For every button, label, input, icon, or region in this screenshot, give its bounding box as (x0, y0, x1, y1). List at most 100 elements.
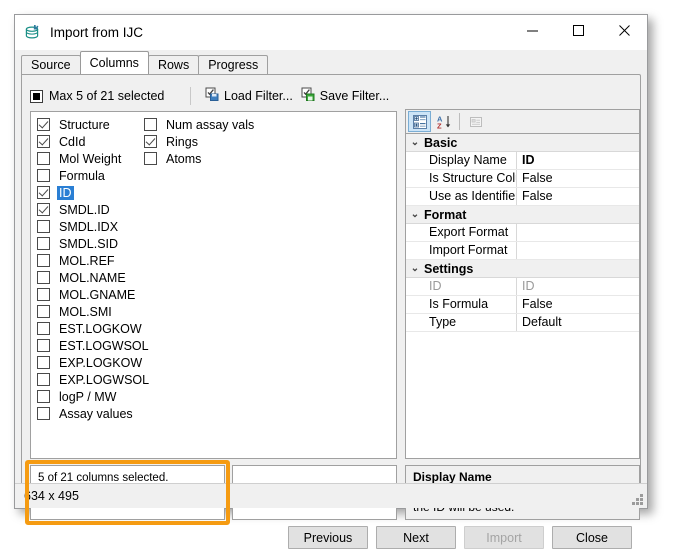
next-button[interactable]: Next (376, 526, 456, 549)
column-item-label: EST.LOGKOW (57, 322, 144, 336)
property-row[interactable]: Display NameID (406, 152, 639, 170)
columns-toolbar: Max 5 of 21 selected Load Filter... (30, 85, 632, 107)
tab-columns[interactable]: Columns (80, 51, 149, 74)
column-item[interactable]: CdId (37, 133, 151, 150)
column-item[interactable]: EST.LOGWSOL (37, 337, 151, 354)
column-item-label: SMDL.ID (57, 203, 112, 217)
column-item-label: SMDL.SID (57, 237, 120, 251)
save-filter-icon (301, 87, 316, 105)
column-item[interactable]: ID (37, 184, 151, 201)
checkbox-unchecked-icon[interactable] (37, 237, 50, 250)
column-item-label: logP / MW (57, 390, 118, 404)
property-category[interactable]: ⌄Format (406, 206, 639, 224)
checkbox-unchecked-icon[interactable] (37, 339, 50, 352)
column-item[interactable]: EXP.LOGWSOL (37, 371, 151, 388)
categorized-view-icon[interactable] (408, 111, 431, 132)
checkbox-unchecked-icon[interactable] (37, 254, 50, 267)
property-name: Use as Identifier (406, 188, 517, 205)
property-value[interactable]: Default (517, 314, 639, 331)
checkbox-checked-icon[interactable] (37, 135, 50, 148)
column-item[interactable]: MOL.REF (37, 252, 151, 269)
property-value[interactable]: ID (517, 278, 639, 295)
checkbox-unchecked-icon[interactable] (144, 118, 157, 131)
property-name: Display Name (406, 152, 517, 169)
close-button-dialog[interactable]: Close (552, 526, 632, 549)
checkbox-unchecked-icon[interactable] (37, 271, 50, 284)
save-filter-button[interactable]: Save Filter... (297, 86, 393, 106)
property-value[interactable]: False (517, 296, 639, 313)
column-item[interactable]: MOL.SMI (37, 303, 151, 320)
column-item[interactable]: Num assay vals (144, 116, 256, 133)
previous-button[interactable]: Previous (288, 526, 368, 549)
property-grid[interactable]: ⌄BasicDisplay NameIDIs Structure ColuFal… (405, 133, 640, 459)
column-item[interactable]: MOL.NAME (37, 269, 151, 286)
property-row[interactable]: Use as IdentifierFalse (406, 188, 639, 206)
column-item-label: MOL.NAME (57, 271, 128, 285)
checkbox-checked-icon[interactable] (37, 186, 50, 199)
property-value[interactable] (517, 224, 639, 241)
property-category[interactable]: ⌄Settings (406, 260, 639, 278)
checkbox-unchecked-icon[interactable] (37, 356, 50, 369)
checkbox-unchecked-icon[interactable] (37, 288, 50, 301)
column-item[interactable]: SMDL.ID (37, 201, 151, 218)
chevron-down-icon[interactable]: ⌄ (406, 137, 424, 148)
column-item[interactable]: MOL.GNAME (37, 286, 151, 303)
checkbox-unchecked-icon[interactable] (37, 152, 50, 165)
column-item[interactable]: logP / MW (37, 388, 151, 405)
column-item[interactable]: Structure (37, 116, 151, 133)
property-category[interactable]: ⌄Basic (406, 134, 639, 152)
column-item[interactable]: Formula (37, 167, 151, 184)
maximize-button[interactable] (555, 15, 601, 46)
property-row[interactable]: TypeDefault (406, 314, 639, 332)
property-value[interactable]: False (517, 170, 639, 187)
checkbox-unchecked-icon[interactable] (144, 152, 157, 165)
property-row[interactable]: Export Format (406, 224, 639, 242)
property-value[interactable] (517, 242, 639, 259)
tab-progress[interactable]: Progress (198, 55, 268, 74)
window-controls (509, 15, 647, 46)
column-item[interactable]: EXP.LOGKOW (37, 354, 151, 371)
column-item[interactable]: SMDL.IDX (37, 218, 151, 235)
checkbox-unchecked-icon[interactable] (37, 169, 50, 182)
column-item-label: MOL.GNAME (57, 288, 137, 302)
load-filter-button[interactable]: Load Filter... (201, 86, 297, 106)
window-size-text: 634 x 495 (24, 489, 79, 503)
column-selection-list[interactable]: StructureCdIdMol WeightFormulaIDSMDL.IDS… (30, 111, 397, 459)
checkbox-checked-icon[interactable] (144, 135, 157, 148)
minimize-button[interactable] (509, 15, 555, 46)
toolbar-separator (190, 87, 191, 105)
property-row[interactable]: IDID (406, 278, 639, 296)
property-name: Import Format (406, 242, 517, 259)
resize-grip[interactable] (630, 492, 643, 505)
checkbox-checked-icon[interactable] (37, 118, 50, 131)
checkbox-unchecked-icon[interactable] (37, 373, 50, 386)
column-item[interactable]: EST.LOGKOW (37, 320, 151, 337)
checkbox-unchecked-icon[interactable] (37, 220, 50, 233)
property-name: Is Structure Colu (406, 170, 517, 187)
column-list-right: Num assay valsRingsAtoms (144, 116, 256, 167)
column-item[interactable]: Rings (144, 133, 256, 150)
tab-source[interactable]: Source (21, 55, 81, 74)
save-filter-label: Save Filter... (320, 89, 389, 103)
tab-rows[interactable]: Rows (148, 55, 199, 74)
property-row[interactable]: Is FormulaFalse (406, 296, 639, 314)
alphabetical-sort-icon[interactable]: A Z (432, 111, 455, 132)
column-item[interactable]: Assay values (37, 405, 151, 422)
column-item[interactable]: Atoms (144, 150, 256, 167)
property-name: Export Format (406, 224, 517, 241)
property-value[interactable]: False (517, 188, 639, 205)
property-row[interactable]: Is Structure ColuFalse (406, 170, 639, 188)
property-row[interactable]: Import Format (406, 242, 639, 260)
column-item[interactable]: Mol Weight (37, 150, 151, 167)
chevron-down-icon[interactable]: ⌄ (406, 209, 424, 220)
column-item[interactable]: SMDL.SID (37, 235, 151, 252)
close-button[interactable] (601, 15, 647, 46)
checkbox-unchecked-icon[interactable] (37, 407, 50, 420)
checkbox-unchecked-icon[interactable] (37, 305, 50, 318)
chevron-down-icon[interactable]: ⌄ (406, 263, 424, 274)
property-value[interactable]: ID (517, 152, 639, 169)
checkbox-unchecked-icon[interactable] (37, 322, 50, 335)
load-filter-icon (205, 87, 220, 105)
checkbox-checked-icon[interactable] (37, 203, 50, 216)
checkbox-unchecked-icon[interactable] (37, 390, 50, 403)
